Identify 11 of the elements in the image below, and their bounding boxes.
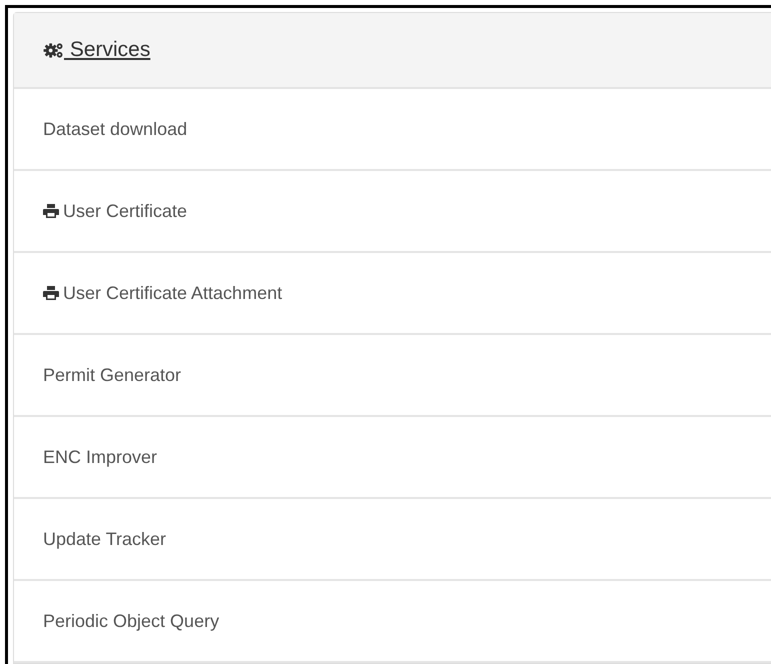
service-item[interactable]: Dataset download xyxy=(14,89,771,171)
service-item[interactable]: Periodic Object Query xyxy=(14,581,771,663)
service-item[interactable]: ENC Improver xyxy=(14,417,771,499)
printer-icon xyxy=(43,204,59,218)
service-item[interactable]: User Certificate Attachment xyxy=(14,253,771,335)
gears-icon xyxy=(43,42,64,58)
service-item[interactable]: Permit Generator xyxy=(14,335,771,417)
service-item[interactable]: Update Tracker xyxy=(14,499,771,581)
printer-icon xyxy=(43,286,59,300)
service-item[interactable]: User Certificate xyxy=(14,171,771,253)
services-link[interactable]: Services xyxy=(43,38,150,62)
